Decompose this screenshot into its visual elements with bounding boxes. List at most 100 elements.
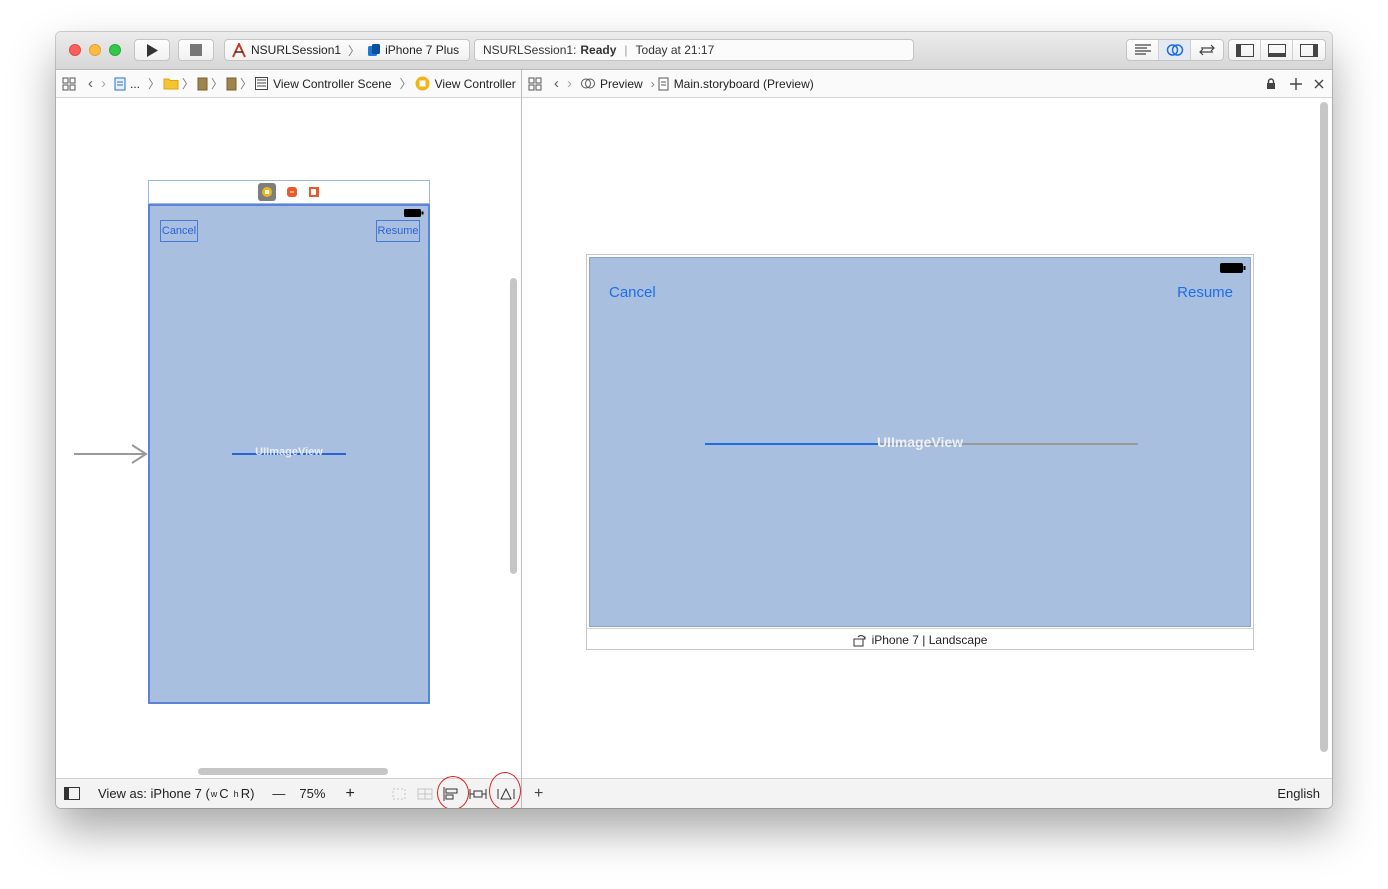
chevron-right-icon: 〉 — [211, 77, 224, 91]
scheme-target-label: NSURLSession1 — [251, 43, 342, 57]
exit-icon[interactable] — [308, 186, 320, 198]
scene-dock — [148, 180, 430, 204]
storyboard-view-controller[interactable]: Cancel Resume UIImageView — [148, 204, 430, 704]
left-panel-icon — [1235, 43, 1254, 57]
zoom-out-button[interactable]: — — [272, 786, 285, 801]
activity-viewer: NSURLSession1: Ready | Today at 21:17 — [474, 39, 914, 61]
lock-icon[interactable] — [1266, 77, 1276, 90]
storyboard-cancel-button[interactable]: Cancel — [160, 220, 198, 242]
play-icon — [147, 43, 158, 57]
folder-icon[interactable] — [163, 77, 179, 90]
battery-icon — [404, 209, 424, 217]
chevron-right-icon: 〉 — [348, 43, 361, 58]
rotate-icon[interactable] — [853, 633, 867, 647]
status-project-label: NSURLSession1: — [483, 43, 577, 57]
preview-cancel-button[interactable]: Cancel — [609, 284, 656, 301]
editor-mode-segmented-control — [1126, 39, 1224, 61]
chevron-right-icon: 〉 — [148, 77, 161, 91]
size-class-height-value: R) — [240, 786, 255, 801]
right-jump-bar: ‹ › Preview › Main.storyboard (Preview) — [522, 70, 1332, 98]
right-panel-icon — [1300, 43, 1318, 57]
scene-icon — [255, 77, 269, 90]
storyboard-resume-button[interactable]: Resume — [376, 220, 420, 242]
forward-chevron-icon[interactable]: › — [567, 75, 572, 92]
first-responder-icon[interactable] — [286, 186, 298, 198]
related-items-icon[interactable] — [528, 77, 542, 91]
view-controller-icon[interactable] — [258, 183, 276, 201]
preview-mode-item[interactable]: Preview — [580, 77, 643, 91]
vertical-scrollbar[interactable] — [510, 278, 517, 574]
project-file-icon — [114, 77, 126, 90]
close-editor-icon[interactable] — [1314, 79, 1324, 89]
size-class-width-prefix: w — [210, 788, 218, 799]
scheme-selector[interactable]: NSURLSession1 〉 iPhone 7 Plus — [224, 39, 470, 61]
scheme-device-label: iPhone 7 Plus — [385, 43, 460, 57]
vertical-scrollbar[interactable] — [1320, 102, 1328, 752]
preview-device-frame: Cancel Resume UIImageView iPhone 7 | Lan… — [586, 254, 1254, 650]
version-editor-icon — [1199, 44, 1215, 56]
run-button[interactable] — [134, 39, 170, 61]
annotation-circle-resolve — [489, 772, 521, 808]
storyboard-file-icon[interactable] — [197, 77, 208, 91]
document-outline-toggle-icon[interactable] — [64, 787, 80, 800]
jump-controller-label: View Controller — [434, 76, 516, 91]
preview-file-item[interactable]: Main.storyboard (Preview) — [658, 77, 814, 91]
zoom-in-button[interactable]: + — [345, 785, 354, 803]
chevron-right-icon: 〉 — [182, 77, 195, 91]
device-orientation-label[interactable]: iPhone 7 | Landscape — [587, 628, 1253, 650]
chevron-right-icon: › — [650, 76, 655, 91]
utilities-toggle-button[interactable] — [1293, 40, 1325, 60]
jump-scene-label: View Controller Scene — [273, 76, 392, 91]
view-as-label[interactable]: View as: iPhone 7 ( — [98, 786, 210, 801]
preview-language-selector[interactable]: English — [1277, 786, 1320, 801]
size-class-width-value: C — [219, 786, 229, 801]
preview-resume-button[interactable]: Resume — [1177, 284, 1233, 301]
assistant-editor-button[interactable] — [1159, 40, 1191, 60]
storyboard-canvas[interactable]: Cancel Resume UIImageView — [56, 98, 521, 778]
back-chevron-icon[interactable]: ‹ — [88, 75, 93, 92]
navigator-toggle-button[interactable] — [1229, 40, 1261, 60]
entry-point-arrow-icon[interactable] — [74, 444, 148, 464]
chevron-right-icon: 〉 — [240, 77, 253, 91]
stop-button[interactable] — [178, 39, 214, 61]
jump-project-item[interactable]: ... — [114, 77, 140, 91]
status-state-label: Ready — [580, 43, 617, 57]
view-panels-segmented-control — [1228, 39, 1326, 61]
left-jump-bar: ‹ › ... 〉 〉 〉 〉 View Controller Scene 〉 … — [56, 70, 521, 98]
preview-bottom-bar: + English — [522, 778, 1332, 808]
preview-file-label: Main.storyboard (Preview) — [673, 76, 814, 91]
zoom-level-label: 75% — [299, 786, 326, 801]
bottom-panel-icon — [1267, 43, 1286, 57]
add-device-button[interactable]: + — [534, 785, 543, 803]
iphone-device-icon — [368, 44, 381, 56]
battery-icon — [1220, 263, 1246, 273]
preview-image-view-label: UIImageView — [876, 434, 964, 450]
status-separator: | — [624, 43, 628, 57]
embed-in-stack-icon[interactable] — [391, 787, 407, 801]
horizontal-scrollbar[interactable] — [198, 768, 388, 775]
preview-screen: Cancel Resume UIImageView — [589, 257, 1251, 627]
toolbar: NSURLSession1 〉 iPhone 7 Plus NSURLSessi… — [56, 32, 1332, 70]
disabled-stack-icon[interactable] — [417, 787, 433, 801]
assistant-rings-icon — [581, 78, 595, 89]
zoom-window-button[interactable] — [109, 44, 121, 56]
stop-icon — [190, 44, 202, 56]
storyboard-base-icon[interactable] — [226, 77, 237, 91]
debug-area-toggle-button[interactable] — [1261, 40, 1293, 60]
pin-icon[interactable] — [469, 787, 487, 801]
view-controller-icon — [415, 76, 430, 91]
jump-scene-item[interactable]: View Controller Scene — [255, 77, 392, 91]
forward-chevron-icon[interactable]: › — [101, 75, 106, 92]
related-items-icon[interactable] — [62, 77, 76, 91]
app-target-icon — [232, 42, 246, 57]
xcode-window: NSURLSession1 〉 iPhone 7 Plus NSURLSessi… — [56, 32, 1332, 808]
close-window-button[interactable] — [69, 44, 81, 56]
version-editor-button[interactable] — [1191, 40, 1223, 60]
standard-editor-button[interactable] — [1127, 40, 1159, 60]
jump-controller-item[interactable]: View Controller — [415, 76, 516, 91]
minimize-window-button[interactable] — [89, 44, 101, 56]
back-chevron-icon[interactable]: ‹ — [554, 75, 559, 92]
standard-editor-icon — [1134, 44, 1151, 55]
add-editor-icon[interactable] — [1290, 77, 1302, 90]
preview-mode-label: Preview — [600, 76, 643, 91]
